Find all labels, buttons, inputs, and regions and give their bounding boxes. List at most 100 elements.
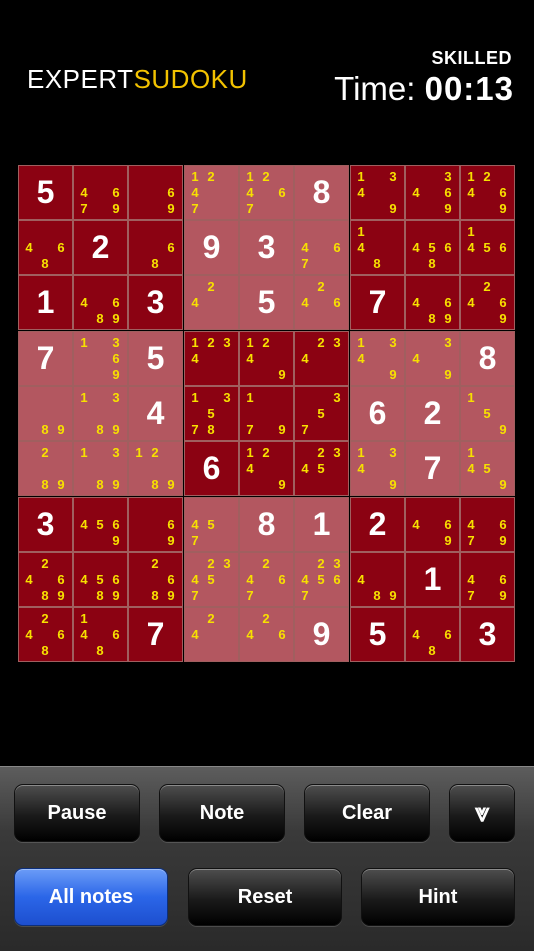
sudoku-cell[interactable]: 4 — [128, 386, 183, 441]
sudoku-cell[interactable]: 1 3578 — [184, 386, 239, 441]
candidate-note: 9 — [112, 366, 120, 382]
sudoku-cell[interactable]: 45689 — [73, 552, 128, 607]
sudoku-cell[interactable]: 23 4 — [294, 331, 349, 386]
sudoku-cell[interactable]: 4568 — [405, 220, 460, 275]
sudoku-cell[interactable]: 24 689 — [18, 552, 73, 607]
sudoku-cell[interactable]: 7 — [350, 275, 405, 330]
sudoku-cell[interactable]: 4 689 — [405, 275, 460, 330]
candidate-note — [163, 168, 179, 184]
pause-button[interactable]: Pause — [14, 784, 140, 842]
sudoku-cell[interactable]: 1 — [405, 552, 460, 607]
sudoku-cell[interactable]: 159 — [460, 386, 515, 441]
sudoku-cell[interactable]: 8 — [239, 497, 294, 552]
sudoku-cell[interactable]: 24 6 — [239, 607, 294, 662]
sudoku-cell[interactable]: 1 389 — [73, 441, 128, 496]
sudoku-cell[interactable]: 124 6 7 — [239, 165, 294, 220]
candidate-note — [479, 310, 495, 326]
sudoku-cell[interactable]: 1247 — [184, 165, 239, 220]
sudoku-cell[interactable]: 457 — [184, 497, 239, 552]
sudoku-cell[interactable]: 3 — [18, 497, 73, 552]
sudoku-cell[interactable]: 4 6 7 — [294, 220, 349, 275]
candidate-note: 1 — [467, 444, 475, 460]
sudoku-cell[interactable]: 89 — [18, 386, 73, 441]
sudoku-cell[interactable]: 1 — [294, 497, 349, 552]
sudoku-cell[interactable]: 4569 — [73, 497, 128, 552]
sudoku-cell[interactable]: 7 — [128, 607, 183, 662]
sudoku-cell[interactable]: 7 — [18, 331, 73, 386]
sudoku-cell[interactable]: 489 — [350, 552, 405, 607]
sudoku-cell[interactable]: 9 — [294, 607, 349, 662]
sudoku-cell[interactable]: 9 — [184, 220, 239, 275]
candidate-note — [424, 366, 440, 382]
collapse-button[interactable]: ⩔ — [449, 784, 515, 842]
sudoku-cell[interactable]: 123 4 — [184, 331, 239, 386]
sudoku-cell[interactable]: 4 69 — [405, 497, 460, 552]
sudoku-cell[interactable]: 8 — [460, 331, 515, 386]
sudoku-cell[interactable]: 2689 — [128, 552, 183, 607]
sudoku-cell[interactable]: 7 — [405, 441, 460, 496]
sudoku-cell[interactable]: 3 — [128, 275, 183, 330]
candidate-note: 5 — [207, 516, 215, 532]
sudoku-cell[interactable]: 124 69 — [460, 165, 515, 220]
sudoku-cell[interactable]: 23 45 — [294, 441, 349, 496]
sudoku-cell[interactable]: 3 4 9 — [405, 331, 460, 386]
sudoku-cell[interactable]: 4 68 — [18, 220, 73, 275]
sudoku-cell[interactable]: 3 — [239, 220, 294, 275]
sudoku-cell[interactable]: 1 389 — [73, 386, 128, 441]
sudoku-cell[interactable]: 2 — [405, 386, 460, 441]
sudoku-cell[interactable]: 4 6 7 9 — [460, 497, 515, 552]
sudoku-cell[interactable]: 24 6 — [294, 275, 349, 330]
sudoku-cell[interactable]: 1 3 4 9 — [350, 441, 405, 496]
sudoku-cell[interactable]: 1 3 4 9 — [350, 165, 405, 220]
sudoku-cell[interactable]: 69 — [128, 165, 183, 220]
sudoku-cell[interactable]: 5 — [128, 331, 183, 386]
candidate-note: 7 — [301, 421, 309, 437]
sudoku-cell[interactable]: 24 69 — [460, 275, 515, 330]
sudoku-cell[interactable]: 24 68 — [18, 607, 73, 662]
cell-notes: 2 89 — [21, 444, 69, 492]
all-notes-button[interactable]: All notes — [14, 868, 168, 926]
sudoku-cell[interactable]: 124 9 — [239, 331, 294, 386]
sudoku-cell[interactable]: 23 457 — [184, 552, 239, 607]
sudoku-cell[interactable]: 24 — [184, 607, 239, 662]
candidate-note: 9 — [389, 587, 397, 603]
sudoku-cell[interactable]: 4 6 7 9 — [460, 552, 515, 607]
sudoku-cell[interactable]: 69 — [128, 497, 183, 552]
sudoku-cell[interactable]: 1 7 9 — [239, 386, 294, 441]
sudoku-cell[interactable]: 3 4 69 — [405, 165, 460, 220]
sudoku-cell[interactable]: 24 6 7 — [239, 552, 294, 607]
sudoku-cell[interactable]: 8 — [294, 165, 349, 220]
sudoku-cell[interactable]: 14 68 — [73, 607, 128, 662]
cell-notes: 24 — [187, 278, 235, 326]
clear-button[interactable]: Clear — [304, 784, 430, 842]
sudoku-cell[interactable]: 124 9 — [239, 441, 294, 496]
sudoku-cell[interactable]: 5 — [18, 165, 73, 220]
sudoku-cell[interactable]: 2 — [73, 220, 128, 275]
sudoku-cell[interactable]: 5 — [239, 275, 294, 330]
sudoku-cell[interactable]: 12 89 — [128, 441, 183, 496]
candidate-note: 5 — [317, 405, 325, 421]
sudoku-cell[interactable]: 1 3 4 9 — [350, 331, 405, 386]
hint-button[interactable]: Hint — [361, 868, 515, 926]
sudoku-cell[interactable]: 1 — [18, 275, 73, 330]
sudoku-cell[interactable]: 24 — [184, 275, 239, 330]
sudoku-cell[interactable]: 1 369 — [73, 331, 128, 386]
sudoku-cell[interactable]: 23 456 7 — [294, 552, 349, 607]
sudoku-cell[interactable]: 3 — [460, 607, 515, 662]
sudoku-cell[interactable]: 68 — [128, 220, 183, 275]
sudoku-cell[interactable]: 4 68 — [405, 607, 460, 662]
sudoku-cell[interactable]: 1456 — [460, 220, 515, 275]
sudoku-cell[interactable]: 5 — [350, 607, 405, 662]
sudoku-cell[interactable]: 4 6 7 9 — [73, 165, 128, 220]
sudoku-cell[interactable]: 2 — [350, 497, 405, 552]
sudoku-cell[interactable]: 6 — [350, 386, 405, 441]
sudoku-cell[interactable]: 6 — [184, 441, 239, 496]
reset-button[interactable]: Reset — [188, 868, 342, 926]
candidate-note — [369, 223, 385, 239]
sudoku-cell[interactable]: 2 89 — [18, 441, 73, 496]
sudoku-cell[interactable]: 357 — [294, 386, 349, 441]
note-button[interactable]: Note — [159, 784, 285, 842]
sudoku-cell[interactable]: 4 689 — [73, 275, 128, 330]
sudoku-cell[interactable]: 148 — [350, 220, 405, 275]
sudoku-cell[interactable]: 1459 — [460, 441, 515, 496]
